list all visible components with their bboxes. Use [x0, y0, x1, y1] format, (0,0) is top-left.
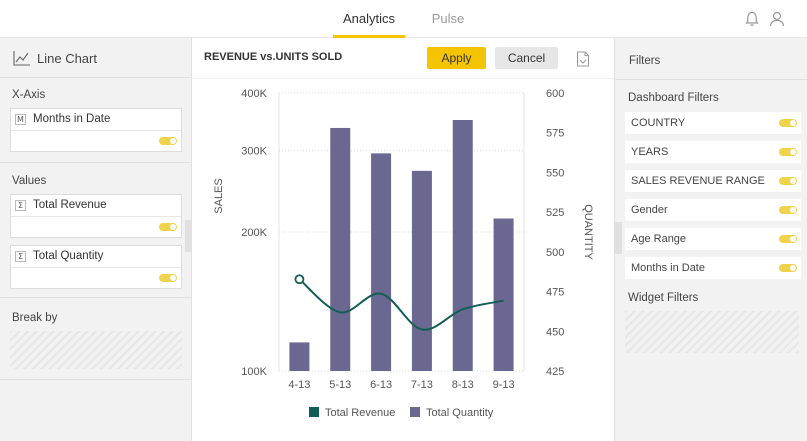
filter-toggle[interactable]: [779, 119, 797, 127]
x-axis-label: X-Axis: [12, 89, 46, 101]
sum-badge: Σ: [15, 200, 26, 211]
revenue-point: [294, 274, 305, 285]
bell-icon[interactable]: [743, 10, 761, 28]
user-icon[interactable]: [768, 10, 786, 28]
month-badge: M: [15, 114, 26, 125]
y-axis-label-right: QUANTITY: [582, 204, 594, 260]
filter-item[interactable]: SALES REVENUE RANGE: [625, 170, 801, 192]
y-left-tick-label: 300K: [241, 146, 267, 158]
filter-item[interactable]: YEARS: [625, 141, 801, 163]
chart-grid: [278, 92, 525, 372]
x-tick-label: 7-13: [411, 379, 433, 391]
y-right-tick-label: 600: [546, 88, 564, 100]
x-axis-field[interactable]: M Months in Date: [10, 108, 182, 152]
field-name: Months in Date: [33, 113, 111, 125]
filter-toggle[interactable]: [779, 177, 797, 185]
quantity-bar: [411, 170, 432, 371]
revenue-line: [298, 278, 504, 331]
filter-label: SALES REVENUE RANGE: [631, 175, 765, 187]
tab-pulse[interactable]: Pulse: [420, 0, 476, 38]
x-tick-label: 8-13: [452, 379, 474, 391]
value-field-revenue[interactable]: Σ Total Revenue: [10, 194, 182, 238]
filter-toggle[interactable]: [779, 206, 797, 214]
quantity-bar: [452, 120, 473, 372]
legend-label: Total Revenue: [325, 407, 395, 419]
y-left-tick-label: 100K: [241, 366, 267, 378]
x-tick-label: 6-13: [370, 379, 392, 391]
filter-toggle[interactable]: [779, 264, 797, 272]
left-panel: Line Chart X-Axis M Months in Date Value…: [0, 38, 192, 441]
value-field-quantity[interactable]: Σ Total Quantity: [10, 245, 182, 289]
filters-panel: Filters Dashboard Filters COUNTRY YEARS SA…: [614, 38, 807, 441]
chart-area: REVENUE vs.UNITS SOLD Apply Cancel 100K 2…: [192, 38, 614, 441]
legend-label: Total Quantity: [426, 407, 494, 419]
filter-item[interactable]: Age Range: [625, 228, 801, 250]
y-left-tick-label: 200K: [241, 227, 267, 239]
quantity-bar: [330, 127, 351, 371]
chart-type-header[interactable]: Line Chart: [0, 38, 191, 78]
field-toggle[interactable]: [159, 223, 177, 231]
x-tick-label: 5-13: [329, 379, 351, 391]
field-toggle[interactable]: [159, 137, 177, 145]
y-right-tick-label: 425: [546, 366, 564, 378]
x-tick-label: 9-13: [493, 379, 515, 391]
revenue-quantity-chart: 100K 200K 300K 400K 425 450 475 500 525 550 575 600…: [213, 88, 594, 419]
filter-label: Age Range: [631, 233, 687, 245]
right-panel-collapse-handle[interactable]: [615, 222, 622, 254]
filter-item[interactable]: COUNTRY: [625, 112, 801, 134]
quantity-bar: [371, 153, 392, 371]
top-bar: Analytics Pulse: [0, 0, 807, 38]
widget-filters-label: Widget Filters: [628, 292, 699, 304]
y-right-tick-label: 500: [546, 247, 564, 259]
filter-label: COUNTRY: [631, 117, 686, 129]
sum-badge: Σ: [15, 251, 26, 262]
chart-type-label: Line Chart: [37, 51, 97, 66]
legend-swatch: [309, 407, 319, 417]
divider: [0, 162, 191, 163]
filter-label: YEARS: [631, 146, 669, 158]
line-chart-icon: [13, 51, 30, 66]
filters-header: Filters: [615, 38, 807, 80]
y-left-tick-label: 400K: [241, 88, 267, 100]
quantity-bar: [289, 342, 310, 371]
dashboard-filters-label: Dashboard Filters: [628, 92, 719, 104]
divider: [0, 297, 191, 298]
legend-swatch: [410, 407, 420, 417]
break-by-label: Break by: [12, 312, 58, 324]
break-by-drop-zone[interactable]: [10, 331, 182, 369]
left-panel-collapse-handle[interactable]: [185, 220, 192, 252]
y-right-tick-label: 450: [546, 326, 564, 338]
y-right-tick-label: 475: [546, 287, 564, 299]
filter-toggle[interactable]: [779, 148, 797, 156]
filter-item[interactable]: Gender: [625, 199, 801, 221]
filter-toggle[interactable]: [779, 235, 797, 243]
field-toggle[interactable]: [159, 274, 177, 282]
y-right-tick-label: 525: [546, 207, 564, 219]
tab-analytics[interactable]: Analytics: [333, 0, 405, 38]
y-right-tick-label: 550: [546, 167, 564, 179]
x-tick-label: 4-13: [288, 379, 310, 391]
quantity-bars: [289, 120, 514, 372]
values-label: Values: [12, 175, 47, 187]
quantity-bar: [493, 218, 514, 371]
filter-label: Gender: [631, 204, 668, 216]
chart-legend: Total Revenue Total Quantity: [309, 407, 494, 419]
y-axis-label-left: SALES: [213, 178, 225, 213]
field-name: Total Quantity: [33, 250, 104, 262]
filters-title: Filters: [629, 55, 661, 67]
y-right-tick-label: 575: [546, 128, 564, 140]
divider: [0, 379, 191, 380]
widget-filters-drop-zone[interactable]: [625, 311, 799, 353]
field-name: Total Revenue: [33, 199, 107, 211]
filter-item[interactable]: Months in Date: [625, 257, 801, 279]
filter-label: Months in Date: [631, 262, 705, 274]
